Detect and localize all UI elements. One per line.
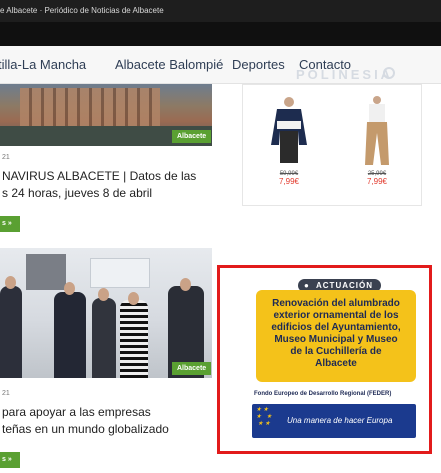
article-2-headline[interactable]: para apoyar a las empresas teñas en un m… xyxy=(2,404,169,438)
product-jacket[interactable] xyxy=(263,95,315,167)
backdrop-panel xyxy=(26,254,66,290)
sale-price: 7,99€ xyxy=(366,177,388,186)
person-head xyxy=(180,278,191,291)
article-2-date: 21 xyxy=(2,390,10,397)
description-line: de la Cuchillería de xyxy=(290,346,382,357)
description-line: exterior ornamental de los xyxy=(273,310,399,321)
person-figure xyxy=(54,292,86,378)
feder-ad-highlight[interactable]: ● ACTUACIÓN Renovación del alumbrado ext… xyxy=(217,265,432,454)
article-1-headline-line: NAVIRUS ALBACETE | Datos de las xyxy=(2,169,197,183)
feder-fund-label: Fondo Europeo de Desarrollo Regional (FE… xyxy=(254,391,392,397)
nav-item-albacete-balompie[interactable]: Albacete Balompié xyxy=(115,57,223,72)
article-1-read-more-button[interactable]: s » xyxy=(0,216,20,232)
page: e Albacete · Periódico de Noticias de Al… xyxy=(0,0,441,473)
nav-item-deportes[interactable]: Deportes xyxy=(232,57,285,72)
person-head xyxy=(5,276,16,289)
nav-item-castilla-la-mancha[interactable]: tilla-La Mancha xyxy=(0,57,86,72)
product-cargo-pants-price: 25,99€ 7,99€ xyxy=(351,171,403,186)
sale-price: 7,99€ xyxy=(278,177,300,186)
lightbulb-icon: ● xyxy=(304,281,310,290)
article-2-category-badge[interactable]: Albacete xyxy=(172,362,212,375)
description-line: Museo Municipal y Museo xyxy=(274,334,398,345)
cargo-pants-image xyxy=(365,96,389,165)
site-title[interactable]: e Albacete · Periódico de Noticias de Al… xyxy=(0,6,164,15)
person-figure xyxy=(120,300,148,378)
article-1-image[interactable]: Albacete xyxy=(0,84,212,146)
article-2-read-more-button[interactable]: s » xyxy=(0,452,20,468)
article-1-category-badge[interactable]: Albacete xyxy=(172,130,212,143)
header-bar xyxy=(0,22,441,46)
watermark-circle xyxy=(383,67,395,79)
backdrop-screen xyxy=(90,258,150,288)
site-topbar: e Albacete · Periódico de Noticias de Al… xyxy=(0,0,441,22)
jacket-image xyxy=(271,97,307,163)
article-2-image[interactable]: Albacete xyxy=(0,248,212,378)
article-1-headline-line: s 24 horas, jueves 8 de abril xyxy=(2,186,153,200)
actuacion-description[interactable]: Renovación del alumbrado exterior orname… xyxy=(256,290,416,382)
main-nav: tilla-La Mancha Albacete Balompié Deport… xyxy=(0,46,441,84)
article-2-headline-line: para apoyar a las empresas xyxy=(2,405,151,419)
description-line: Renovación del alumbrado xyxy=(272,298,400,309)
eu-banner[interactable]: ★ ★ ★ ★ ★ ★ Una manera de hacer Europa xyxy=(252,404,416,438)
nav-watermark: POLINESIA xyxy=(296,67,394,82)
article-2-headline-line: teñas en un mundo globalizado xyxy=(2,422,169,436)
product-cargo-pants[interactable] xyxy=(351,95,403,167)
description-line: edificios del Ayuntamiento, xyxy=(271,322,401,333)
product-jacket-price: 59,99€ 7,99€ xyxy=(263,171,315,186)
article-1-date: 21 xyxy=(2,154,10,161)
eu-stars-icon: ★ ★ ★ ★ ★ ★ xyxy=(256,407,272,427)
person-figure xyxy=(0,286,22,378)
person-head xyxy=(64,282,75,295)
person-figure xyxy=(92,298,116,378)
shop-widget: 59,99€ 7,99€ 25,99€ 7,99€ xyxy=(242,84,422,206)
description-line: Albacete xyxy=(315,358,357,369)
eu-motto: Una manera de hacer Europa xyxy=(287,416,393,425)
person-head xyxy=(98,288,109,301)
person-head xyxy=(128,292,139,305)
actuacion-tag-label: ACTUACIÓN xyxy=(316,281,373,290)
article-1-headline[interactable]: NAVIRUS ALBACETE | Datos de las s 24 hor… xyxy=(2,168,196,202)
